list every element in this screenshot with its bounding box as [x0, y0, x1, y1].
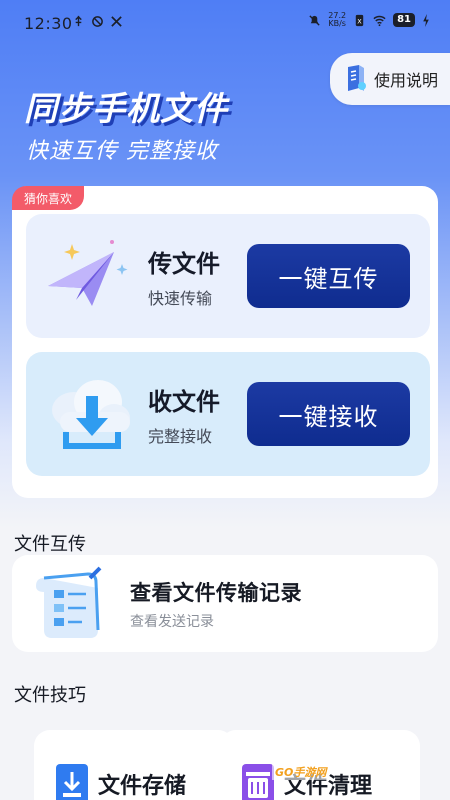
- receive-file-desc: 完整接收: [148, 426, 213, 446]
- usb-icon: [75, 15, 82, 27]
- sync-icon: [92, 16, 103, 27]
- send-file-desc: 快速传输: [148, 288, 213, 308]
- mute-bell-icon: [309, 14, 320, 26]
- scroll-document-icon: [26, 564, 106, 644]
- transfer-section-title: 文件互传: [14, 534, 86, 555]
- recommend-tag: 猜你喜欢: [12, 186, 84, 210]
- tools-icon: [111, 16, 122, 27]
- net-speed-unit: KB/s: [328, 19, 346, 28]
- record-title: 查看文件传输记录: [130, 580, 302, 605]
- storage-download-icon: [54, 762, 90, 800]
- help-book-icon: [348, 65, 366, 91]
- one-tap-transfer-button[interactable]: 一键互传: [247, 244, 410, 308]
- one-tap-receive-button[interactable]: 一键接收: [247, 382, 410, 446]
- hero-title: 同步手机文件: [24, 89, 228, 128]
- record-text: 查看文件传输记录 查看发送记录: [130, 577, 302, 631]
- receive-file-text: 收文件 完整接收: [148, 382, 258, 447]
- paper-plane-icon: [42, 236, 134, 316]
- status-right-icons: 27.2 KB/s X 81: [308, 12, 430, 28]
- help-button[interactable]: 使用说明: [330, 53, 450, 105]
- svg-text:X: X: [357, 17, 362, 25]
- tip-storage-label: 文件存储: [98, 774, 187, 799]
- sim-icon: X: [355, 14, 364, 26]
- record-subtitle: 查看发送记录: [130, 613, 214, 630]
- wifi-icon: [373, 15, 386, 26]
- cloud-download-icon: [42, 374, 134, 454]
- send-file-title: 传文件: [148, 249, 220, 278]
- status-left-icons: [72, 15, 123, 28]
- tips-section-title: 文件技巧: [14, 685, 86, 706]
- cleanup-icon: [240, 762, 276, 800]
- battery-level: 81: [393, 13, 415, 27]
- net-speed: 27.2 KB/s: [328, 12, 346, 28]
- hero-subtitle: 快速互传 完整接收: [26, 139, 218, 164]
- help-label: 使用说明: [374, 71, 439, 90]
- status-bar: 12:30 27.2 KB/s X 81: [0, 0, 450, 46]
- receive-file-row[interactable]: 收文件 完整接收 一键接收: [26, 352, 430, 476]
- transfer-record-card[interactable]: 查看文件传输记录 查看发送记录: [12, 555, 438, 652]
- charging-icon: [423, 13, 429, 27]
- send-file-text: 传文件 快速传输: [148, 244, 258, 309]
- main-action-card: 猜你喜欢 传文件 快速传输 一键互传 收文件 完整接收 一键接收: [12, 186, 438, 498]
- receive-file-title: 收文件: [148, 387, 220, 416]
- watermark: GO手游网: [272, 764, 330, 780]
- status-time: 12:30: [24, 14, 73, 33]
- tip-file-storage[interactable]: 文件存储: [34, 730, 234, 800]
- send-file-row[interactable]: 传文件 快速传输 一键互传: [26, 214, 430, 338]
